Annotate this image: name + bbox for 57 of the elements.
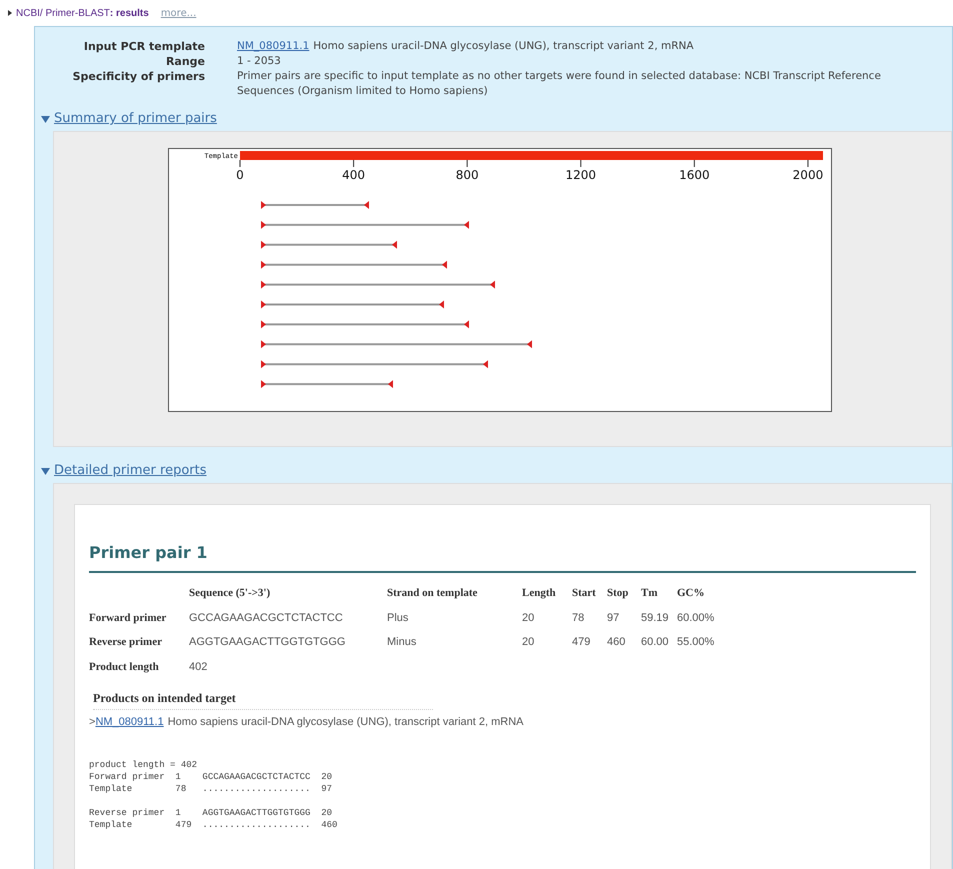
field-value: Homo sapiens uracil-DNA glycosylase (UNG), transcript variant 2, mRNA [313,39,694,54]
table-cell: 460 [607,636,626,648]
row-label: Forward primer [89,612,166,624]
field-label: Range [164,54,205,69]
bullet-icon [8,10,12,16]
more-link[interactable]: more... [160,6,196,20]
column-header: Tm [641,587,658,599]
column-header: GC% [677,587,704,599]
alignment-line: Template 479 .................... 460 [89,818,338,830]
alignment-line: Forward primer 1 GCCAGAAGACGCTCTACTCC 20 [89,770,334,782]
column-header: Strand on template [387,587,478,599]
report-title: Primer pair 1 [89,541,916,573]
alignment-line: product length = 402 [89,758,198,770]
row-label: Product length [89,660,159,672]
tick-label: 0 [236,168,244,182]
section-header[interactable]: Summary of primer pairs [35,109,952,129]
table-cell: 55.00% [677,636,714,648]
field-value: 1 - 2053 [237,54,282,69]
table-cell: 78 [572,612,584,624]
table-cell: 479 [572,636,590,648]
collapse-triangle-icon [41,466,50,476]
column-header: Stop [607,587,628,599]
product-link[interactable]: NM_080911.1 [95,714,164,730]
collapse-triangle-icon [41,114,50,124]
tick-label: 1600 [679,168,710,182]
alignment-line: Reverse primer 1 AGGTGAAGACTTGGTGTGGG 20 [89,806,334,818]
product-description: Homo sapiens uracil-DNA glycosylase (UNG), transcript variant 2, mRNA [168,715,524,730]
column-header: Sequence (5'->3') [189,587,270,599]
table-cell: Minus [387,636,416,648]
prefix-mark: > [89,715,96,730]
alignment-line: Template 78 .................... 97 [89,782,334,794]
tick-label: 1200 [566,168,596,182]
column-header: Length [522,587,556,599]
template-link[interactable]: NM_080911.1 [237,39,310,54]
tick-label: 2000 [792,168,824,182]
table-cell: 97 [607,612,620,624]
table-cell: Plus [387,612,408,624]
section-title: Summary of primer pairs [54,110,217,128]
section-header[interactable]: Detailed primer reports [35,461,952,481]
breadcrumb: NCBI/ Primer-BLAST: results [16,6,149,20]
table-cell: 402 [189,660,208,672]
section-title: Detailed primer reports [54,462,207,480]
field-label: Specificity of primers [72,69,205,85]
products-heading: Products on intended target [93,689,433,710]
table-cell: 59.19 [641,612,669,624]
table-cell: 20 [522,636,534,648]
table-cell: AGGTGAAGACTTGGTGTGGG [189,636,346,648]
table-cell: 60.00% [677,612,714,624]
tick-label: 400 [342,168,366,182]
tick-label: 800 [456,168,479,182]
field-value: Primer pairs are specific to input template as no other targets were found in selected database: NCBI Transcript Reference Sequences (Organism limited to Homo sapiens) [237,69,882,99]
table-cell: 20 [522,612,534,624]
field-label: Input PCR template [82,39,205,54]
row-label: Reverse primer [89,636,162,648]
table-cell: 60.00 [641,636,669,648]
table-cell: GCCAGAAGACGCTCTACTCC [189,612,343,624]
column-header: Start [572,587,596,599]
